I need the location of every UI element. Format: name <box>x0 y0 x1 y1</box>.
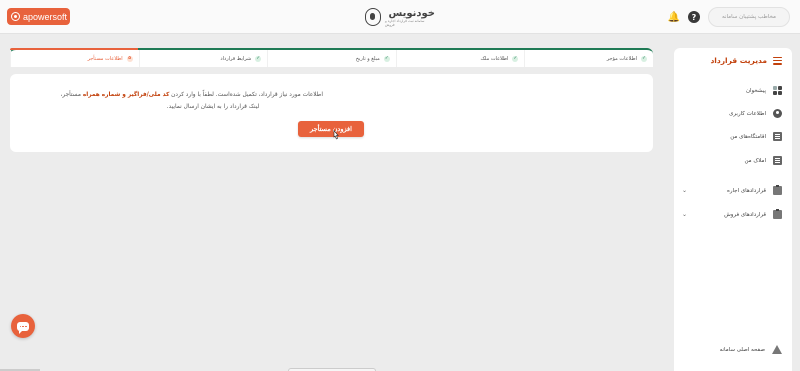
clipboard-icon <box>773 209 782 219</box>
sidebar-item-label: پیشخوان <box>745 87 766 94</box>
sidebar-item-label: قراردادهای اجاره <box>726 187 766 194</box>
message-line-1: اطلاعات مورد نیاز قرارداد، تکمیل شده‌است… <box>61 89 323 101</box>
step-number-badge: ۵ <box>126 55 133 62</box>
sidebar-item-rental-contracts[interactable]: قراردادهای اجاره ⌄ <box>682 185 782 195</box>
chat-support-button[interactable] <box>11 314 35 338</box>
check-icon: ✓ <box>512 55 519 62</box>
message-text: اطلاعات مورد نیاز قرارداد، تکمیل شده‌است… <box>169 92 323 98</box>
sidebar-item-user-info[interactable]: اطلاعات کاربری <box>682 109 782 118</box>
user-menu-button[interactable]: مخاطب پشتیبان سامانه <box>708 7 790 27</box>
chevron-down-icon[interactable]: ⌄ <box>682 211 687 218</box>
message-line-2: لینک قرارداد را به ایشان ارسال نمایید. <box>166 104 260 110</box>
sidebar-header[interactable]: مدیریت قرارداد <box>710 56 782 65</box>
hamburger-menu-icon[interactable] <box>773 56 782 65</box>
tenant-info-card: اطلاعات مورد نیاز قرارداد، تکمیل شده‌است… <box>10 74 653 152</box>
sidebar-item-label: قراردادهای فروش <box>724 211 766 218</box>
sidebar-item-dashboard[interactable]: پیشخوان <box>682 86 782 95</box>
logo-mark-icon <box>365 8 381 26</box>
mouse-pointer-icon <box>333 130 339 140</box>
contract-stepper: ✓ اطلاعات مؤجر ✓ اطلاعات ملک ✓ مبلغ و تا… <box>10 48 653 67</box>
step-contract-terms[interactable]: ✓ شرایط قرارداد <box>138 50 268 67</box>
top-header: apowersoft خودنویس سامانه ثبت قرارداد اج… <box>0 0 800 34</box>
chevron-down-icon[interactable]: ⌄ <box>682 187 687 194</box>
sidebar-item-label: اطلاعات کاربری <box>729 110 766 117</box>
building-icon <box>773 132 782 141</box>
step-label: اطلاعات ملک <box>480 55 509 62</box>
building-icon <box>773 156 782 165</box>
help-icon[interactable]: ? <box>688 11 700 23</box>
sidebar-item-my-properties[interactable]: املاک من <box>682 156 782 165</box>
info-message: اطلاعات مورد نیاز قرارداد، تکمیل شده‌است… <box>61 89 323 113</box>
logo-subtitle: سامانه ثبت قرارداد اجاره و فروش <box>384 18 425 27</box>
sidebar-item-sale-contracts[interactable]: قراردادهای فروش ⌄ <box>682 209 782 219</box>
sidebar-item-my-residences[interactable]: اقامتگاه‌های من <box>682 132 782 141</box>
step-property-info[interactable]: ✓ اطلاعات ملک <box>395 50 525 67</box>
sidebar-item-home[interactable]: صفحه اصلی سامانه <box>682 345 782 354</box>
step-label: اطلاعات مستأجر <box>87 55 123 62</box>
check-icon: ✓ <box>641 55 647 62</box>
logo-text: خودنویس سامانه ثبت قرارداد اجاره و فروش <box>385 8 435 27</box>
recording-badge[interactable]: apowersoft <box>7 8 70 25</box>
sidebar-item-label: اقامتگاه‌های من <box>730 133 766 140</box>
logo[interactable]: خودنویس سامانه ثبت قرارداد اجاره و فروش <box>365 5 435 29</box>
header-actions: 🔔 ? مخاطب پشتیبان سامانه <box>668 7 790 27</box>
sidebar-item-label: املاک من <box>744 157 766 164</box>
step-label: اطلاعات مؤجر <box>606 55 637 62</box>
message-highlight: کد ملی/فراگیر و شماره همراه <box>82 92 170 98</box>
sidebar-item-label: صفحه اصلی سامانه <box>719 346 765 353</box>
step-lessor-info[interactable]: ✓ اطلاعات مؤجر <box>524 50 653 67</box>
check-icon: ✓ <box>255 55 262 62</box>
step-amount-date[interactable]: ✓ مبلغ و تاریخ <box>267 50 396 67</box>
step-label: مبلغ و تاریخ <box>355 55 380 62</box>
add-tenant-button[interactable]: افزودن مستأجر <box>298 121 364 137</box>
sidebar-title: مدیریت قرارداد <box>710 56 767 65</box>
step-tenant-info[interactable]: ۵ اطلاعات مستأجر <box>10 50 139 67</box>
logo-title: خودنویس <box>388 7 435 19</box>
sidebar: مدیریت قرارداد پیشخوان اطلاعات کاربری اق… <box>674 48 792 371</box>
recording-label: apowersoft <box>23 11 68 22</box>
check-icon: ✓ <box>383 55 390 62</box>
home-icon <box>772 345 782 354</box>
dashboard-grid-icon <box>773 86 782 95</box>
bell-icon[interactable]: 🔔 <box>668 11 680 23</box>
record-icon <box>11 12 20 21</box>
clipboard-icon <box>773 185 782 195</box>
user-icon <box>773 109 782 118</box>
message-text: مستأجر، <box>60 92 83 98</box>
step-label: شرایط قرارداد <box>220 55 252 62</box>
chat-bubble-icon <box>17 321 29 334</box>
